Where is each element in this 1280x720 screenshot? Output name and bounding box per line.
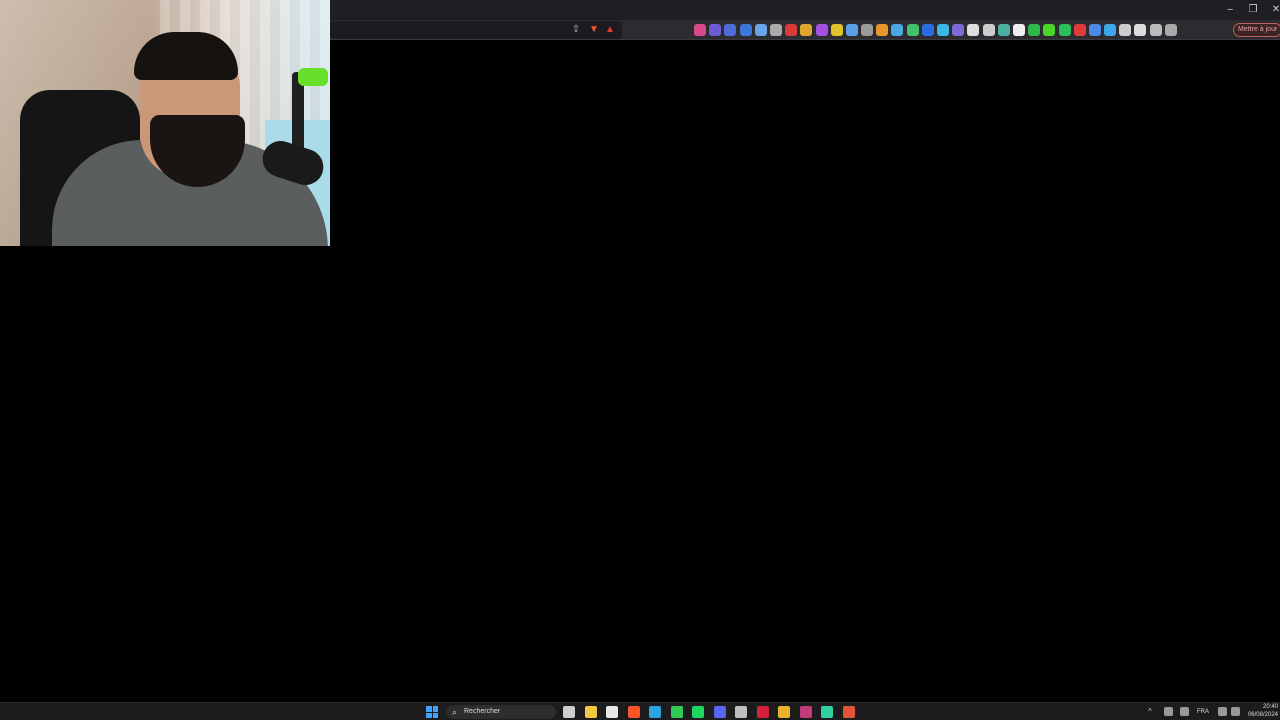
start-button[interactable] — [426, 706, 438, 718]
search-placeholder: Rechercher — [464, 708, 501, 715]
ext-19-icon[interactable] — [967, 24, 980, 36]
desktop-screen: – ❐ ✕ ⇪ ▼ ▲ Mettre à jour ⌕ Rechercher ^… — [0, 0, 1280, 720]
windows-logo-pane — [426, 712, 432, 718]
clock-time: 20:40 — [1262, 704, 1278, 710]
whatsapp-icon[interactable] — [670, 706, 683, 718]
ext-13-icon[interactable] — [876, 24, 889, 36]
system-clock[interactable]: 20:40 06/08/2024 — [1244, 704, 1280, 720]
ext-22-icon[interactable] — [1012, 24, 1025, 36]
ext-5-icon[interactable] — [754, 24, 767, 36]
restore-button[interactable]: ❐ — [1243, 2, 1263, 18]
ext-3-icon[interactable] — [724, 24, 737, 36]
ext-30-icon[interactable] — [1134, 24, 1147, 36]
spotify-icon[interactable] — [692, 706, 704, 718]
ext-9-icon[interactable] — [815, 24, 828, 36]
share-icon[interactable]: ⇪ — [570, 24, 582, 36]
app-green-icon[interactable] — [821, 706, 833, 718]
ext-27-icon[interactable] — [1088, 24, 1101, 36]
webcam-mic-clip — [298, 68, 328, 86]
ext-17-icon[interactable] — [937, 24, 949, 36]
ext-1-icon[interactable] — [694, 24, 706, 36]
brave-icon[interactable] — [627, 706, 640, 718]
ext-8-icon[interactable] — [800, 24, 813, 36]
update-button[interactable]: Mettre à jour — [1233, 23, 1280, 37]
minimize-button[interactable]: – — [1220, 2, 1240, 18]
display-icon[interactable] — [1218, 707, 1227, 716]
ext-6-icon[interactable] — [769, 24, 782, 36]
ext-14-icon[interactable] — [891, 24, 904, 36]
file-explorer-icon[interactable] — [584, 706, 597, 718]
ext-28-icon[interactable] — [1104, 24, 1117, 36]
webcam-overlay — [0, 0, 330, 246]
ext-25-icon[interactable] — [1058, 24, 1071, 36]
ext-15-icon[interactable] — [906, 24, 919, 36]
search-icon: ⌕ — [452, 707, 458, 717]
ext-11-icon[interactable] — [845, 24, 858, 36]
microphone-icon[interactable] — [1180, 707, 1189, 716]
close-button[interactable]: ✕ — [1266, 2, 1280, 18]
ext-24-icon[interactable] — [1043, 24, 1056, 36]
clock-date: 06/08/2024 — [1247, 712, 1278, 718]
editor-icon[interactable] — [799, 706, 812, 718]
taskbar-search[interactable]: ⌕ Rechercher — [446, 705, 556, 719]
tray-chevron-icon[interactable]: ^ — [1148, 706, 1152, 718]
task-view-icon[interactable] — [563, 706, 575, 718]
brave-rewards-icon[interactable]: ▲ — [604, 24, 616, 36]
ext-7-icon[interactable] — [785, 24, 798, 36]
taskbar-apps — [563, 706, 855, 718]
taskbar: ⌕ Rechercher ^ FRA 20:40 06/08/2024 — [0, 702, 1280, 720]
ext-23-icon[interactable] — [1028, 24, 1041, 36]
ext-32-icon[interactable] — [1164, 24, 1177, 36]
ext-21-icon[interactable] — [997, 24, 1010, 36]
language-indicator[interactable]: FRA — [1197, 707, 1209, 717]
network-icon[interactable] — [1164, 707, 1173, 716]
discord-icon[interactable] — [713, 706, 726, 718]
app-red-icon[interactable] — [842, 706, 855, 718]
opera-icon[interactable] — [756, 706, 769, 718]
extensions-strip — [694, 24, 1177, 36]
telegram-icon[interactable] — [649, 706, 661, 718]
ext-18-icon[interactable] — [952, 24, 965, 36]
ext-12-icon[interactable] — [861, 24, 874, 36]
ext-16-icon[interactable] — [921, 24, 934, 36]
brave-shield-icon[interactable]: ▼ — [588, 24, 600, 36]
windows-logo-pane — [432, 706, 438, 712]
ext-4-icon[interactable] — [739, 24, 752, 36]
chrome-icon[interactable] — [778, 706, 790, 718]
ext-10-icon[interactable] — [830, 24, 843, 36]
ext-29-icon[interactable] — [1119, 24, 1132, 36]
address-bar[interactable]: ⇪ ▼ ▲ — [330, 21, 622, 39]
store-icon[interactable] — [606, 706, 618, 718]
volume-icon[interactable] — [1231, 707, 1240, 716]
ext-31-icon[interactable] — [1149, 24, 1162, 36]
windows-logo-pane — [432, 712, 438, 718]
ext-20-icon[interactable] — [982, 24, 995, 36]
ext-26-icon[interactable] — [1073, 24, 1086, 36]
ext-2-icon[interactable] — [709, 24, 722, 36]
obs-icon[interactable] — [735, 706, 747, 718]
windows-logo-icon — [426, 706, 432, 712]
